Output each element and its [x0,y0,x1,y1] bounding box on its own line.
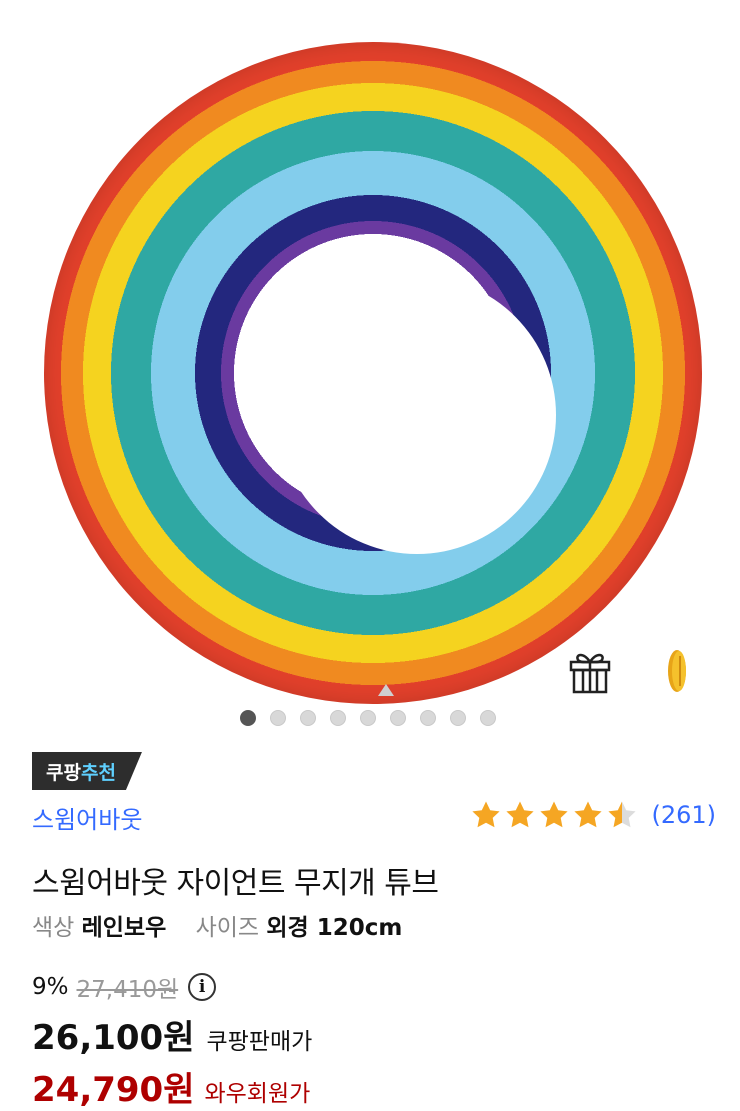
review-count[interactable]: (261) [651,801,716,829]
wow-price-row: 24,790원 와우회원가 [32,1062,310,1111]
valve-mark [378,684,394,696]
gallery-dot[interactable] [360,710,376,726]
size-label: 사이즈 [195,915,260,941]
ring-hole [278,276,556,554]
star-icon [506,801,535,828]
product-options: 색상 레인보우 사이즈 외경 120cm [32,908,402,942]
wow-price: 24,790원 [32,1070,195,1110]
sale-price-row: 26,100원 쿠팡판매가 [32,1010,312,1059]
gallery-dot[interactable] [240,710,256,726]
original-price: 27,410원 [76,977,179,1003]
badge-accent: 추천 [80,761,116,784]
sale-price-label: 쿠팡판매가 [206,1029,313,1055]
gallery-dot[interactable] [450,710,466,726]
size-value: 외경 120cm [266,915,403,941]
coin-icon[interactable] [664,648,690,694]
gallery-dot[interactable] [300,710,316,726]
coupang-recommend-badge: 쿠팡 추천 [32,752,142,790]
gallery-pagination [240,710,496,726]
discount-rate: 9% [32,974,69,1000]
product-title: 스윔어바웃 자이언트 무지개 튜브 [32,866,439,901]
star-icon [608,801,637,828]
gallery-dot[interactable] [270,710,286,726]
sale-price: 26,100원 [32,1018,195,1058]
gallery-dot[interactable] [390,710,406,726]
badge-prefix: 쿠팡 [46,761,81,784]
gift-icon[interactable] [566,648,614,694]
product-image [44,42,702,704]
star-rating [471,800,637,830]
color-label: 색상 [32,915,75,941]
star-icon [540,801,569,828]
star-icon [472,801,501,828]
color-value: 레인보우 [81,915,167,941]
product-image-gallery[interactable] [0,0,740,740]
gallery-dot[interactable] [420,710,436,726]
wow-price-label: 와우회원가 [204,1081,311,1107]
brand-link[interactable]: 스윔어바웃 [32,800,142,835]
gallery-dot[interactable] [330,710,346,726]
rating[interactable]: (261) [471,800,716,830]
star-icon [574,801,603,828]
info-icon[interactable]: i [188,973,217,1001]
discount-row: 9% 27,410원 i [32,970,217,1004]
gallery-dot[interactable] [480,710,496,726]
